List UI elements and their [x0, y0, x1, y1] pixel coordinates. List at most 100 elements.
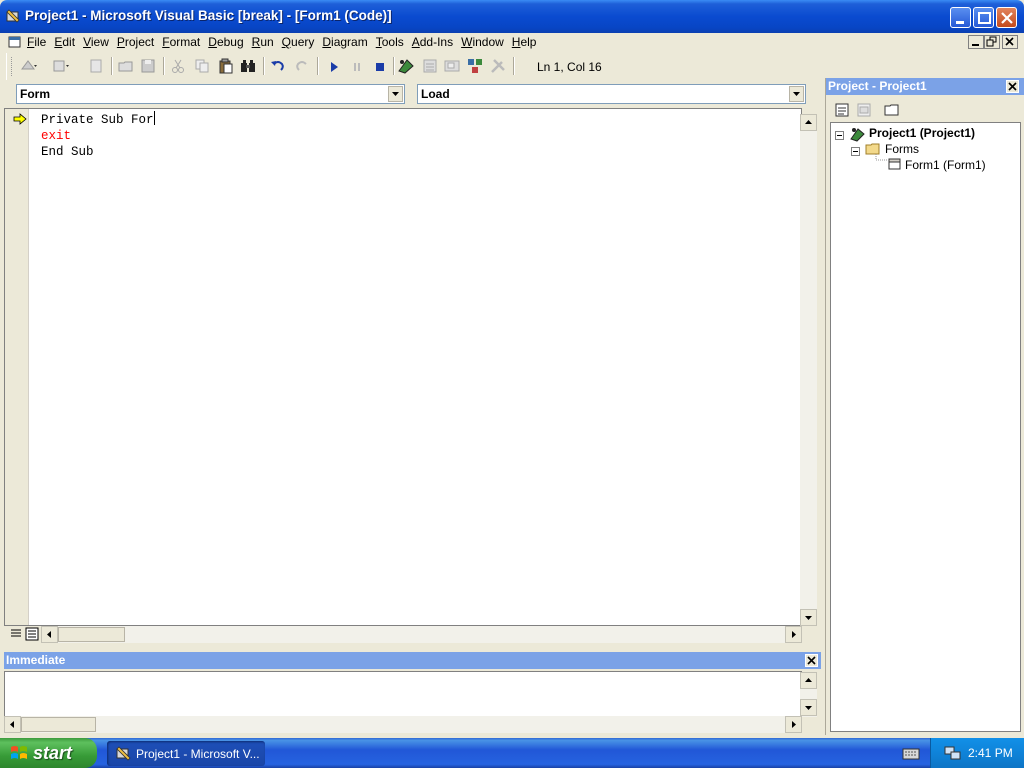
- tree-collapse-toggle[interactable]: [851, 147, 860, 156]
- procedure-combo[interactable]: Load: [417, 84, 806, 104]
- text-caret: [153, 111, 155, 125]
- code-text[interactable]: Private Sub For exit End Sub: [41, 111, 155, 160]
- immediate-horizontal-scrollbar[interactable]: [4, 716, 802, 733]
- menu-add-ins[interactable]: Add-Ins: [412, 35, 453, 49]
- cut-icon[interactable]: [169, 57, 187, 75]
- immediate-header[interactable]: Immediate: [4, 652, 821, 669]
- break-pause-icon[interactable]: [348, 57, 366, 75]
- save-icon[interactable]: [139, 57, 157, 75]
- close-button[interactable]: [996, 7, 1017, 28]
- code-window: Form Load Private Sub For exit End Sub: [4, 80, 821, 648]
- code-line[interactable]: End Sub: [41, 144, 155, 160]
- arrow-right-icon: [792, 721, 796, 728]
- minimize-icon: [956, 21, 964, 24]
- start-button[interactable]: start: [0, 738, 97, 768]
- code-line-error[interactable]: exit: [41, 128, 155, 144]
- code-margin[interactable]: [5, 109, 29, 625]
- menu-query[interactable]: Query: [282, 35, 315, 49]
- horizontal-scroll-thumb[interactable]: [21, 717, 96, 732]
- project-panel-header[interactable]: Project - Project1: [826, 78, 1024, 95]
- menu-window[interactable]: Window: [461, 35, 504, 49]
- procedure-combo-dropdown[interactable]: [789, 86, 804, 102]
- full-module-view-icon[interactable]: [25, 627, 39, 641]
- menu-file[interactable]: File: [27, 35, 46, 49]
- object-combo[interactable]: Form: [16, 84, 405, 104]
- object-combo-dropdown[interactable]: [388, 86, 403, 102]
- minimize-icon: [972, 44, 979, 46]
- add-form-icon[interactable]: [51, 57, 69, 75]
- network-icon[interactable]: [943, 744, 963, 762]
- title-bar[interactable]: Project1 - Microsoft Visual Basic [break…: [0, 0, 1024, 33]
- tree-node-forms[interactable]: Forms: [885, 142, 919, 156]
- menu-diagram[interactable]: Diagram: [322, 35, 367, 49]
- menu-edit[interactable]: Edit: [54, 35, 75, 49]
- redo-icon[interactable]: [293, 57, 311, 75]
- maximize-icon: [978, 12, 991, 24]
- code-vertical-scrollbar[interactable]: [800, 114, 817, 626]
- arrow-up-icon: [805, 120, 812, 124]
- menu-editor-icon[interactable]: [87, 57, 105, 75]
- procedure-view-icon[interactable]: [9, 627, 23, 641]
- mdi-minimize-button[interactable]: [968, 35, 984, 49]
- scroll-left-button[interactable]: [4, 716, 21, 733]
- toolbar-grip[interactable]: [11, 57, 14, 76]
- toggle-folders-icon[interactable]: [882, 100, 902, 120]
- menu-debug[interactable]: Debug: [208, 35, 243, 49]
- vb-app-icon[interactable]: [6, 9, 22, 25]
- menu-run[interactable]: Run: [252, 35, 274, 49]
- copy-icon[interactable]: [193, 57, 211, 75]
- end-stop-icon[interactable]: [371, 57, 389, 75]
- properties-window-icon[interactable]: [421, 57, 439, 75]
- form-layout-icon[interactable]: [443, 57, 461, 75]
- scroll-right-button[interactable]: [785, 626, 802, 643]
- clock[interactable]: 2:41 PM: [968, 746, 1013, 760]
- project-panel-close-button[interactable]: [1006, 80, 1019, 93]
- maximize-button[interactable]: [973, 7, 994, 28]
- view-code-icon[interactable]: [832, 100, 852, 120]
- menu-format[interactable]: Format: [162, 35, 200, 49]
- mdi-restore-button[interactable]: [984, 35, 1000, 49]
- object-browser-icon[interactable]: [466, 57, 484, 75]
- add-project-icon[interactable]: [19, 57, 37, 75]
- open-folder-icon[interactable]: [117, 57, 135, 75]
- immediate-input[interactable]: [4, 671, 802, 717]
- scroll-right-button[interactable]: [785, 716, 802, 733]
- horizontal-scroll-thumb[interactable]: [58, 627, 125, 642]
- paste-icon[interactable]: [217, 57, 235, 75]
- code-window-icon[interactable]: [8, 35, 22, 49]
- code-editor[interactable]: Private Sub For exit End Sub: [4, 108, 802, 626]
- immediate-close-button[interactable]: [805, 654, 818, 667]
- toolbar-separator: [163, 57, 165, 75]
- code-line[interactable]: Private Sub For: [41, 111, 155, 128]
- undo-icon[interactable]: [269, 57, 287, 75]
- tree-node-project[interactable]: Project1 (Project1): [869, 126, 975, 140]
- view-object-icon[interactable]: [854, 100, 874, 120]
- menu-help[interactable]: Help: [512, 35, 537, 49]
- tree-collapse-toggle[interactable]: [835, 131, 844, 140]
- taskbar-item-vb[interactable]: Project1 - Microsoft V...: [107, 741, 265, 766]
- find-binoculars-icon[interactable]: [239, 57, 257, 75]
- start-label: start: [33, 743, 73, 763]
- run-continue-icon[interactable]: [325, 57, 343, 75]
- mdi-close-button[interactable]: [1002, 35, 1018, 49]
- code-horizontal-scrollbar[interactable]: [41, 626, 802, 643]
- immediate-window: Immediate: [4, 652, 821, 735]
- arrow-right-icon: [792, 631, 796, 638]
- menu-tools[interactable]: Tools: [376, 35, 404, 49]
- taskbar: start Project1 - Microsoft V... 2:41 PM: [0, 738, 1024, 768]
- scroll-down-button[interactable]: [800, 699, 817, 716]
- project-explorer-icon[interactable]: [397, 57, 415, 75]
- keyboard-icon[interactable]: [902, 746, 920, 762]
- menu-view[interactable]: View: [83, 35, 109, 49]
- scroll-up-button[interactable]: [800, 672, 817, 689]
- vb-app-icon: [116, 746, 131, 761]
- tree-node-form1[interactable]: Form1 (Form1): [905, 158, 986, 172]
- minimize-button[interactable]: [950, 7, 971, 28]
- scroll-down-button[interactable]: [800, 609, 817, 626]
- menu-project[interactable]: Project: [117, 35, 154, 49]
- toolbox-icon[interactable]: [489, 57, 507, 75]
- scroll-up-button[interactable]: [800, 114, 817, 131]
- scroll-left-button[interactable]: [41, 626, 58, 643]
- immediate-vertical-scrollbar[interactable]: [800, 672, 817, 717]
- close-icon: [1008, 82, 1017, 91]
